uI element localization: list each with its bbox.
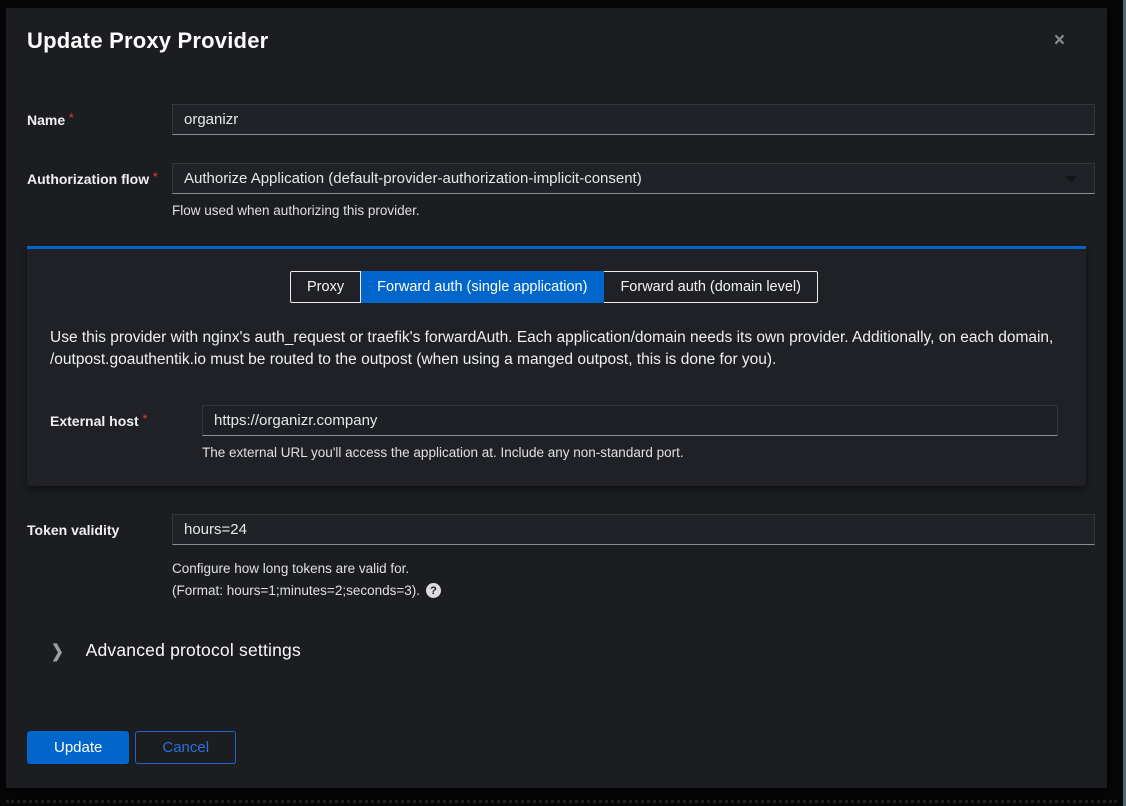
proxy-mode-card: Proxy Forward auth (single application) … — [27, 246, 1086, 486]
close-icon[interactable]: × — [1048, 30, 1071, 51]
token-validity-input[interactable] — [172, 514, 1095, 545]
authorization-flow-label: Authorization flow* — [27, 163, 172, 187]
name-input[interactable] — [172, 104, 1095, 135]
tab-forward-auth-domain[interactable]: Forward auth (domain level) — [604, 271, 818, 303]
token-validity-label: Token validity — [27, 514, 172, 538]
name-row: Name* — [27, 104, 1095, 135]
token-validity-help-2: (Format: hours=1;minutes=2;seconds=3). ? — [172, 583, 1095, 598]
external-host-row: External host* The external URL you'll a… — [50, 405, 1058, 460]
chevron-right-icon: ❯ — [51, 640, 64, 661]
mode-toggle-group: Proxy Forward auth (single application) … — [50, 271, 1058, 303]
provider-form: Name* Authorization flow* Authorize Appl… — [27, 104, 1095, 764]
token-validity-row: Token validity Configure how long tokens… — [27, 514, 1095, 598]
advanced-protocol-settings-label: Advanced protocol settings — [86, 640, 301, 661]
modal-title: Update Proxy Provider — [27, 28, 268, 53]
external-host-help: The external URL you'll access the appli… — [202, 445, 1058, 460]
screenshot-frame: Update Proxy Provider × Name* Authorizat… — [0, 0, 1126, 806]
tab-forward-auth-single[interactable]: Forward auth (single application) — [361, 271, 604, 303]
authorization-flow-help: Flow used when authorizing this provider… — [172, 203, 1095, 218]
advanced-protocol-settings-expander[interactable]: ❯ Advanced protocol settings — [51, 640, 1095, 661]
required-asterisk: * — [143, 413, 147, 425]
update-button[interactable]: Update — [27, 731, 129, 764]
authorization-flow-select[interactable]: Authorize Application (default-provider-… — [172, 163, 1095, 194]
token-validity-help-1: Configure how long tokens are valid for. — [172, 561, 1095, 576]
update-proxy-provider-modal: Update Proxy Provider × Name* Authorizat… — [6, 8, 1107, 788]
required-asterisk: * — [69, 112, 73, 124]
external-host-input[interactable] — [202, 405, 1058, 436]
modal-header: Update Proxy Provider × — [27, 28, 1095, 54]
question-circle-icon[interactable]: ? — [426, 583, 441, 598]
authorization-flow-row: Authorization flow* Authorize Applicatio… — [27, 163, 1095, 218]
modal-footer: Update Cancel — [27, 731, 1095, 764]
required-asterisk: * — [153, 171, 157, 183]
name-label: Name* — [27, 104, 172, 128]
mode-description: Use this provider with nginx's auth_requ… — [50, 327, 1058, 371]
tab-proxy[interactable]: Proxy — [290, 271, 361, 303]
external-host-label: External host* — [50, 405, 202, 429]
cancel-button[interactable]: Cancel — [135, 731, 236, 764]
